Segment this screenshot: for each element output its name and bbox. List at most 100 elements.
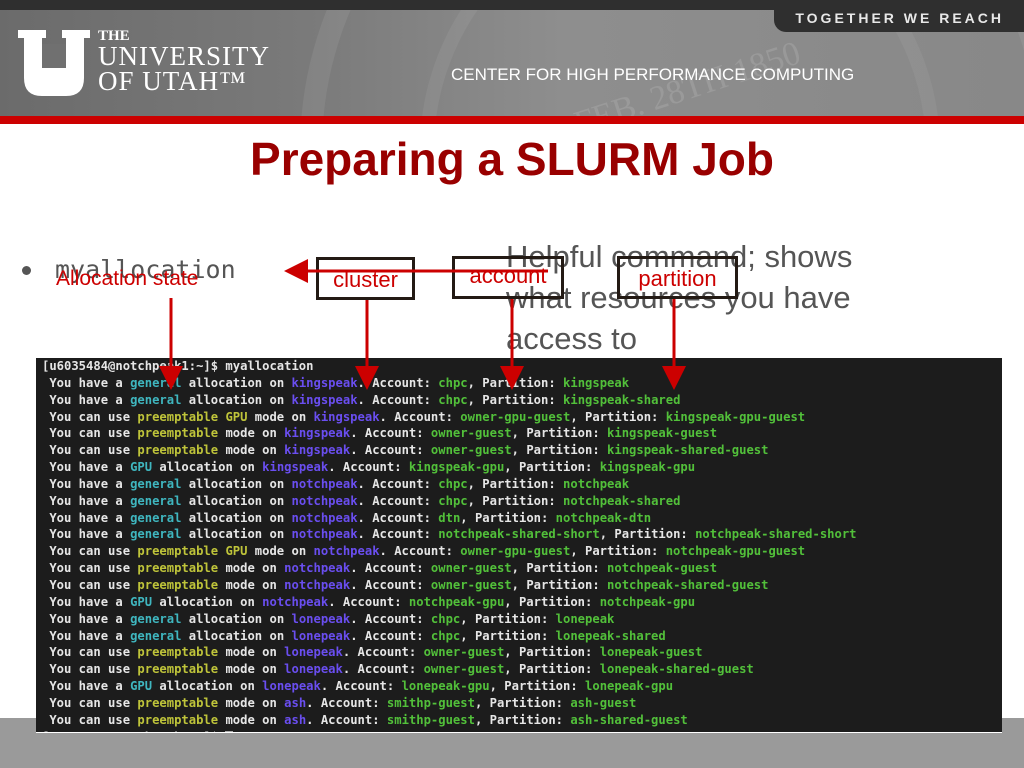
partition-label: , Partition: bbox=[474, 712, 571, 727]
header-red-rule bbox=[0, 116, 1024, 124]
account-label: . Account: bbox=[357, 375, 439, 390]
account-name: owner-gpu-guest bbox=[460, 409, 571, 424]
footer-right-margin bbox=[1002, 718, 1024, 768]
allocation-state: general bbox=[130, 375, 182, 390]
line-prefix: You have a bbox=[42, 460, 131, 475]
partition-label: , Partition: bbox=[511, 443, 608, 458]
cluster-name: notchpeak bbox=[291, 476, 358, 491]
account-label: . Account: bbox=[350, 611, 431, 626]
allocation-state: preemptable GPU bbox=[137, 544, 248, 559]
annotation-partition: partition bbox=[617, 256, 738, 299]
line-prefix: You have a bbox=[42, 611, 131, 626]
allocation-state: general bbox=[130, 527, 182, 542]
line-middle: allocation on bbox=[181, 493, 292, 508]
account-name: owner-guest bbox=[430, 577, 512, 592]
allocation-state: general bbox=[130, 510, 182, 525]
partition-name: lonepeak-guest bbox=[599, 645, 703, 660]
line-prefix: You have a bbox=[42, 392, 131, 407]
partition-label: , Partition: bbox=[504, 460, 600, 475]
line-prefix: You have a bbox=[42, 375, 131, 390]
account-name: chpc bbox=[438, 392, 468, 407]
allocation-state: general bbox=[130, 628, 182, 643]
cluster-name: lonepeak bbox=[262, 679, 321, 694]
partition-name: notchpeak bbox=[563, 476, 630, 491]
line-middle: mode on bbox=[218, 426, 285, 441]
account-label: . Account: bbox=[342, 662, 424, 677]
account-label: . Account: bbox=[320, 679, 402, 694]
partition-name: kingspeak-guest bbox=[607, 426, 718, 441]
cluster-name: lonepeak bbox=[291, 628, 351, 643]
account-name: owner-guest bbox=[423, 645, 505, 660]
account-label: . Account: bbox=[357, 476, 439, 491]
account-name: chpc bbox=[438, 375, 468, 390]
partition-name: kingspeak-shared bbox=[563, 392, 681, 407]
allocation-state: preemptable bbox=[137, 561, 219, 576]
line-prefix: You can use bbox=[42, 645, 138, 660]
account-name: kingspeak-gpu bbox=[408, 460, 505, 475]
annotation-allocation-state: Allocation state bbox=[56, 267, 199, 290]
partition-label: , Partition: bbox=[467, 375, 564, 390]
line-prefix: You can use bbox=[42, 544, 138, 559]
partition-name: notchpeak-gpu bbox=[599, 594, 696, 609]
terminal-line: You have a general allocation on lonepea… bbox=[36, 628, 1002, 645]
account-name: owner-guest bbox=[430, 561, 512, 576]
account-name: owner-guest bbox=[430, 443, 512, 458]
terminal-line: You can use preemptable mode on ash. Acc… bbox=[36, 712, 1002, 729]
allocation-state: general bbox=[130, 493, 182, 508]
account-name: smithp-guest bbox=[386, 712, 475, 727]
allocation-state: GPU bbox=[130, 594, 153, 609]
partition-label: , Partition: bbox=[570, 409, 666, 424]
footer-left-margin bbox=[0, 718, 36, 768]
terminal-line: You have a general allocation on notchpe… bbox=[36, 493, 1002, 510]
line-prefix: You can use bbox=[42, 577, 138, 592]
cluster-name: kingspeak bbox=[291, 392, 358, 407]
allocation-state: GPU bbox=[130, 460, 153, 475]
partition-name: notchpeak-shared-short bbox=[695, 527, 857, 542]
allocation-state: preemptable bbox=[137, 443, 219, 458]
allocation-state: preemptable bbox=[137, 662, 219, 677]
partition-name: kingspeak bbox=[563, 375, 630, 390]
line-prefix: You have a bbox=[42, 493, 131, 508]
terminal-line: You have a general allocation on lonepea… bbox=[36, 611, 1002, 628]
line-prefix: You have a bbox=[42, 628, 131, 643]
partition-name: kingspeak-gpu bbox=[599, 460, 696, 475]
partition-name: lonepeak-gpu bbox=[585, 679, 674, 694]
allocation-state: preemptable bbox=[137, 712, 219, 727]
account-label: . Account: bbox=[328, 594, 409, 609]
account-label: . Account: bbox=[306, 712, 387, 727]
account-name: chpc bbox=[430, 628, 461, 643]
partition-label: , Partition: bbox=[570, 544, 666, 559]
partition-name: notchpeak-dtn bbox=[555, 510, 652, 525]
line-prefix: You have a bbox=[42, 527, 131, 542]
terminal-body: You have a general allocation on kingspe… bbox=[36, 375, 1002, 729]
terminal-line: You can use preemptable mode on lonepeak… bbox=[36, 661, 1002, 678]
terminal-line: You can use preemptable GPU mode on king… bbox=[36, 409, 1002, 426]
account-name: chpc bbox=[438, 493, 468, 508]
terminal-line: You can use preemptable GPU mode on notc… bbox=[36, 543, 1002, 560]
terminal-final-prompt[interactable]: [u6035484@notchpeak1:~]$ bbox=[36, 729, 1002, 732]
partition-name: notchpeak-shared bbox=[563, 493, 681, 508]
cluster-name: kingspeak bbox=[284, 426, 351, 441]
terminal-line: You have a GPU allocation on lonepeak. A… bbox=[36, 678, 1002, 695]
cursor-icon bbox=[225, 730, 234, 732]
line-prefix: You have a bbox=[42, 679, 131, 694]
cluster-name: lonepeak bbox=[284, 662, 343, 677]
account-name: notchpeak-shared-short bbox=[438, 527, 600, 542]
terminal-line: You can use preemptable mode on notchpea… bbox=[36, 560, 1002, 577]
line-middle: allocation on bbox=[181, 628, 292, 643]
partition-label: , Partition: bbox=[467, 493, 564, 508]
cluster-name: notchpeak bbox=[291, 510, 358, 525]
allocation-state: preemptable bbox=[137, 426, 219, 441]
allocation-state: preemptable GPU bbox=[137, 409, 248, 424]
annotation-cluster: cluster bbox=[316, 257, 415, 300]
line-prefix: You can use bbox=[42, 426, 138, 441]
line-prefix: You can use bbox=[42, 409, 138, 424]
account-label: . Account: bbox=[306, 695, 387, 710]
university-u-logo-icon bbox=[18, 30, 90, 96]
footer-bar bbox=[0, 733, 1024, 768]
cluster-name: lonepeak bbox=[291, 611, 351, 626]
partition-label: , Partition: bbox=[511, 426, 608, 441]
terminal-line: You have a general allocation on notchpe… bbox=[36, 510, 1002, 527]
allocation-state: preemptable bbox=[137, 645, 219, 660]
terminal-output: [u6035484@notchpeak1:~]$ myallocation Yo… bbox=[36, 358, 1002, 732]
